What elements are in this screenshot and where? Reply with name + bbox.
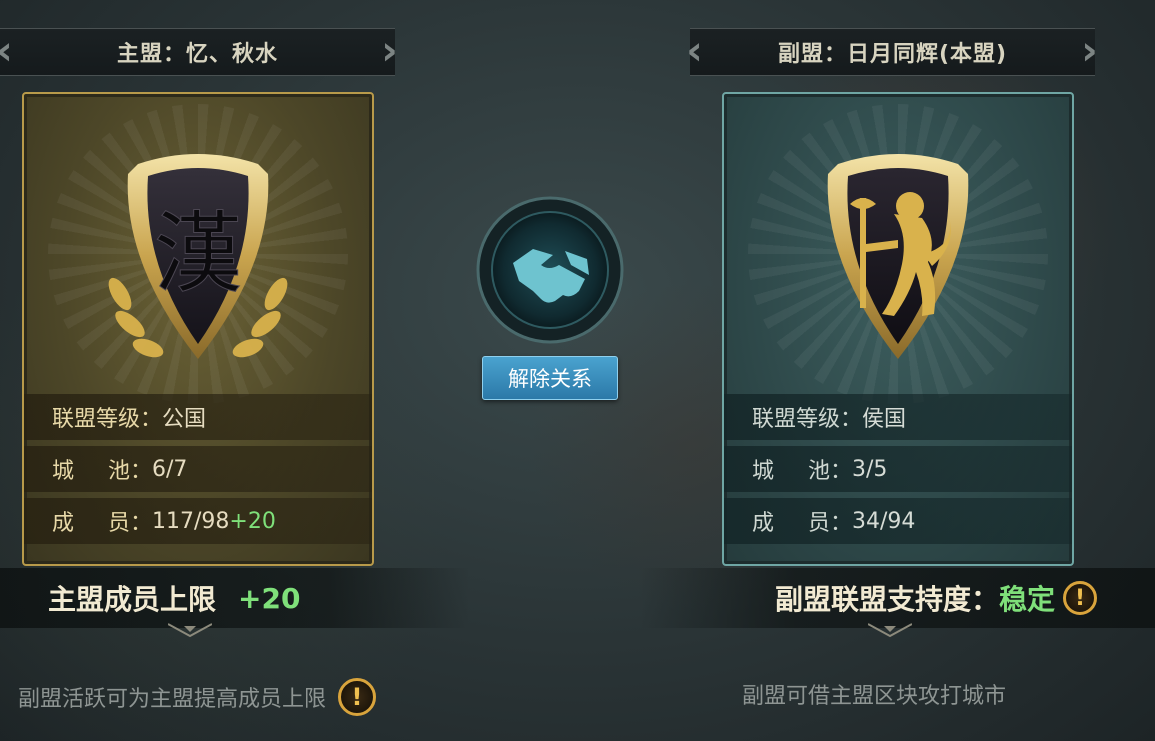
stat-value: 公国 <box>162 407 207 432</box>
stat-value: 3/5 <box>852 456 888 482</box>
stat-row-members: 成 员： 34/94 <box>724 498 1072 544</box>
sub-alliance-card[interactable]: 联盟等级： 侯国 城 池： 3/5 成 员： 34/94 <box>722 92 1074 566</box>
chevron-right-icon: › <box>1081 28 1099 74</box>
stat-row-level: 联盟等级： 侯国 <box>724 394 1072 440</box>
stat-key-b: 池： <box>807 459 852 484</box>
sub-support-status: 稳定 <box>998 583 1055 616</box>
main-alliance-title: 主盟：忆、秋水 <box>116 42 278 67</box>
sub-alliance-stats: 联盟等级： 侯国 城 池： 3/5 成 员： 34/94 <box>724 394 1072 550</box>
main-alliance-stats: 联盟等级： 公国 城 池： 6/7 成 员： 117/98 +20 <box>24 394 372 550</box>
chevron-left-icon: ‹ <box>0 29 16 75</box>
diamond-ornament-icon <box>868 623 912 638</box>
main-member-limit-label: 主盟成员上限 <box>48 583 217 616</box>
stat-value: 侯国 <box>862 407 907 432</box>
main-footnote: 副盟活跃可为主盟提高成员上限 ! <box>18 678 377 716</box>
stat-value: 6/7 <box>152 456 188 482</box>
stat-key: 联盟等级： <box>752 407 863 432</box>
diamond-ornament-icon <box>168 623 212 638</box>
stat-key: 成 员： <box>52 505 152 537</box>
stat-row-cities: 城 池： 3/5 <box>724 446 1072 492</box>
stat-key-a: 城 <box>52 459 75 484</box>
sub-support-bar: 副盟联盟支持度： 稳定 ! <box>640 568 1155 628</box>
stat-key-b: 员： <box>807 511 852 536</box>
stat-key: 联盟等级： <box>52 407 163 432</box>
stat-row-cities: 城 池： 6/7 <box>24 446 372 492</box>
sub-footnote-text: 副盟可借主盟区块攻打城市 <box>742 684 1007 709</box>
chevron-right-icon: › <box>381 28 399 74</box>
stat-key-a: 成 <box>52 511 75 536</box>
stat-key-a: 城 <box>752 459 775 484</box>
stat-row-members: 成 员： 117/98 +20 <box>24 498 372 544</box>
stat-row-level: 联盟等级： 公国 <box>24 394 372 440</box>
main-footnote-text: 副盟活跃可为主盟提高成员上限 <box>18 687 327 712</box>
sub-footnote: 副盟可借主盟区块攻打城市 <box>742 678 1006 710</box>
stat-key: 成 员： <box>752 505 852 537</box>
stat-key: 城 池： <box>52 453 152 485</box>
shield-icon: 漢 <box>108 154 288 359</box>
stat-key-a: 成 <box>752 511 775 536</box>
sub-alliance-title: 副盟：日月同辉(本盟) <box>777 42 1008 67</box>
stat-bonus: +20 <box>229 508 276 534</box>
main-member-limit-bonus: +20 <box>238 581 301 615</box>
sub-alliance-emblem <box>798 144 998 374</box>
info-warning-icon[interactable]: ! <box>1063 581 1097 615</box>
sub-support-label: 副盟联盟支持度： <box>774 583 999 616</box>
dissolve-relationship-button[interactable]: 解除关系 <box>482 356 618 400</box>
footnote-warning-icon[interactable]: ! <box>338 678 377 716</box>
handshake-icon <box>476 196 624 344</box>
lion-shield-icon <box>827 154 969 359</box>
stat-key-b: 池： <box>107 459 152 484</box>
main-member-limit-bar: 主盟成员上限 +20 <box>0 568 470 628</box>
stat-key-b: 员： <box>107 511 152 536</box>
main-alliance-banner: ‹ 主盟：忆、秋水 › <box>0 28 398 76</box>
handshake-emblem <box>475 195 625 345</box>
main-alliance-card[interactable]: 漢 联盟等级： 公国 城 池： 6/7 成 员： 117/98 +20 <box>22 92 374 566</box>
main-alliance-emblem: 漢 <box>98 144 298 374</box>
stat-value: 117/98 <box>152 508 230 534</box>
stat-value: 34/94 <box>852 508 916 534</box>
stat-key: 城 池： <box>752 453 852 485</box>
sub-alliance-banner: ‹ 副盟：日月同辉(本盟) › <box>686 28 1098 76</box>
emblem-glyph: 漢 <box>154 202 242 305</box>
chevron-left-icon: ‹ <box>686 28 704 74</box>
